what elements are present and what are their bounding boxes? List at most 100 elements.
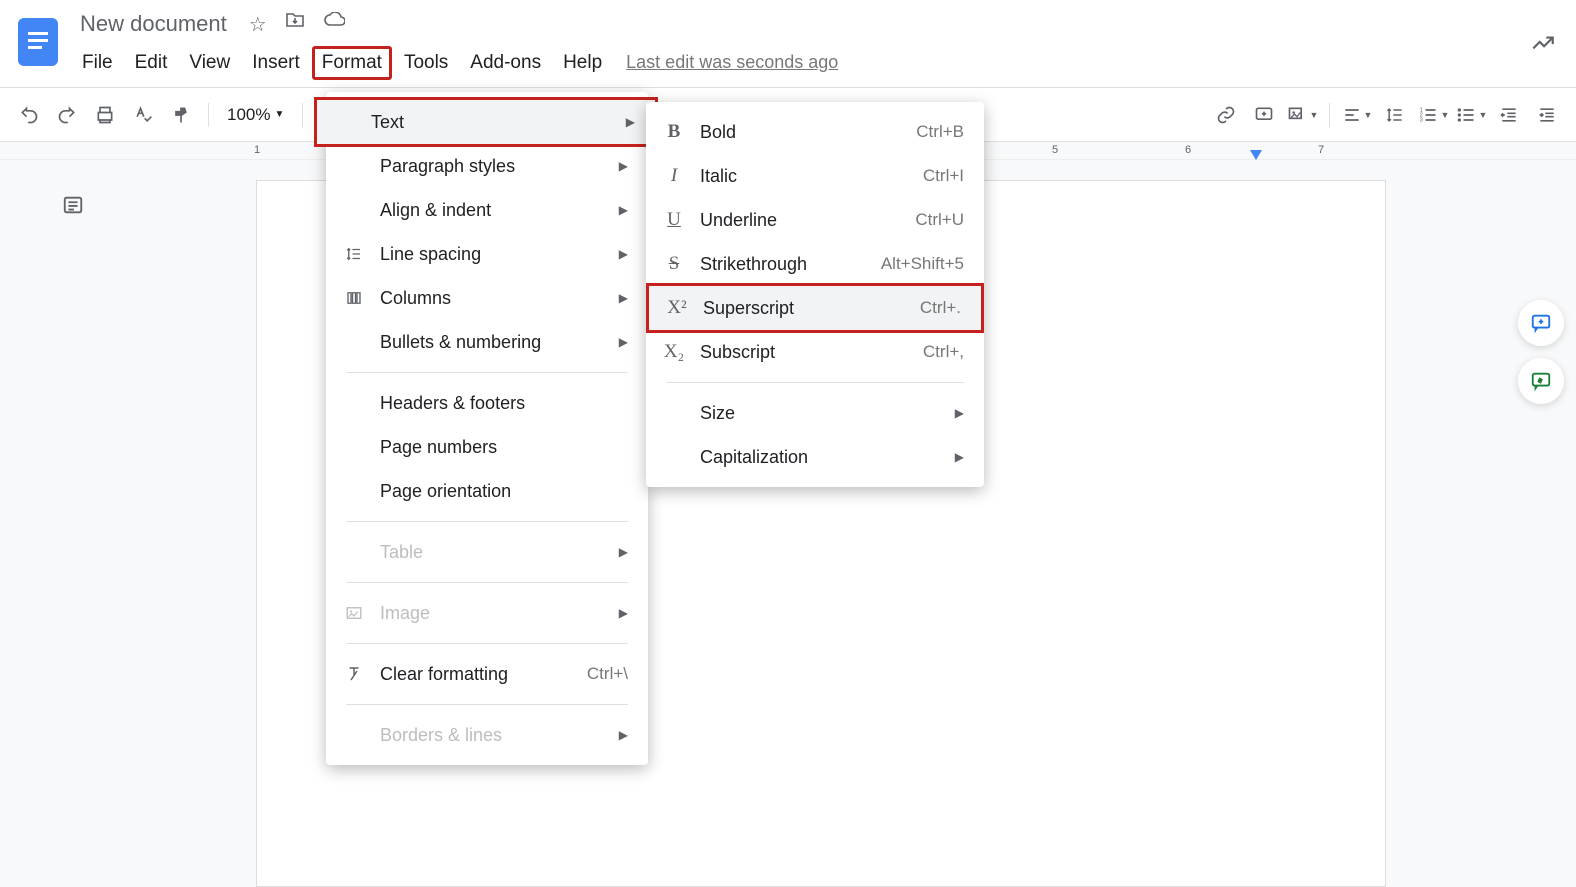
menu-item-label: Columns bbox=[380, 288, 599, 309]
image-icon bbox=[340, 604, 368, 622]
columns-icon bbox=[340, 289, 368, 307]
submenu-arrow-icon: ▶ bbox=[626, 115, 635, 129]
menu-format[interactable]: Format bbox=[312, 46, 392, 80]
last-edit-link[interactable]: Last edit was seconds ago bbox=[614, 46, 850, 80]
line-spacing-icon bbox=[340, 245, 368, 263]
underline-icon: U bbox=[660, 209, 688, 231]
format-menu-item-align-indent[interactable]: Align & indent ▶ bbox=[326, 188, 648, 232]
menu-edit[interactable]: Edit bbox=[125, 46, 178, 80]
submenu-arrow-icon: ▶ bbox=[619, 159, 628, 173]
redo-button[interactable] bbox=[50, 98, 84, 132]
menu-item-shortcut: Ctrl+\ bbox=[587, 664, 628, 684]
star-icon[interactable]: ☆ bbox=[249, 12, 267, 37]
menu-item-label: Page orientation bbox=[380, 481, 628, 502]
undo-button[interactable] bbox=[12, 98, 46, 132]
format-menu-item-clear-formatting[interactable]: Clear formattingCtrl+\ bbox=[326, 652, 648, 696]
menu-addons[interactable]: Add-ons bbox=[460, 46, 551, 80]
text-menu-item-strikethrough[interactable]: SStrikethroughAlt+Shift+5 bbox=[646, 242, 984, 286]
docs-logo[interactable] bbox=[16, 14, 60, 70]
zoom-select[interactable]: 100%▼ bbox=[219, 105, 292, 125]
menu-item-label: Paragraph styles bbox=[380, 156, 599, 177]
menu-item-label: Bullets & numbering bbox=[380, 332, 599, 353]
submenu-arrow-icon: ▶ bbox=[955, 450, 964, 464]
text-menu-item-subscript[interactable]: X₂SubscriptCtrl+, bbox=[646, 330, 984, 374]
line-spacing-button[interactable] bbox=[1378, 98, 1412, 132]
submenu-arrow-icon: ▶ bbox=[619, 203, 628, 217]
menu-item-label: Clear formatting bbox=[380, 664, 587, 685]
menubar: File Edit View Insert Format Tools Add-o… bbox=[72, 46, 1560, 80]
menu-item-label: Italic bbox=[700, 166, 923, 187]
vertical-ruler bbox=[2, 160, 20, 860]
text-menu-item-bold[interactable]: BBoldCtrl+B bbox=[646, 110, 984, 154]
text-menu-item-underline[interactable]: U UnderlineCtrl+U bbox=[646, 198, 984, 242]
format-menu-item-borders-lines: Borders & lines▶ bbox=[326, 713, 648, 757]
ruler-mark: 6 bbox=[1185, 144, 1191, 156]
menu-item-shortcut: Ctrl+I bbox=[923, 166, 964, 186]
document-title[interactable]: New document bbox=[72, 9, 235, 39]
format-menu-item-page-orientation[interactable]: Page orientation bbox=[326, 469, 648, 513]
menu-item-label: Bold bbox=[700, 122, 916, 143]
clear-icon bbox=[340, 665, 368, 683]
format-menu-item-line-spacing[interactable]: Line spacing▶ bbox=[326, 232, 648, 276]
bold-icon: B bbox=[660, 121, 688, 143]
floating-side-buttons bbox=[1518, 300, 1564, 404]
menu-file[interactable]: File bbox=[72, 46, 123, 80]
menu-tools[interactable]: Tools bbox=[394, 46, 458, 80]
format-menu-item-bullets-numbering[interactable]: Bullets & numbering▶ bbox=[326, 320, 648, 364]
suggest-edits-floating-button[interactable] bbox=[1518, 358, 1564, 404]
superscript-icon: X² bbox=[663, 297, 691, 319]
menu-help[interactable]: Help bbox=[553, 46, 612, 80]
text-menu-item-size[interactable]: Size ▶ bbox=[646, 391, 984, 435]
outline-toggle-button[interactable] bbox=[56, 188, 90, 222]
menu-item-label: Table bbox=[380, 542, 599, 563]
ruler-mark: 5 bbox=[1052, 144, 1058, 156]
activity-icon[interactable] bbox=[1530, 30, 1556, 56]
menu-insert[interactable]: Insert bbox=[242, 46, 310, 80]
decrease-indent-button[interactable] bbox=[1492, 98, 1526, 132]
insert-image-button[interactable]: ▼ bbox=[1285, 98, 1319, 132]
format-menu-item-headers-footers[interactable]: Headers & footers bbox=[326, 381, 648, 425]
menu-item-label: Image bbox=[380, 603, 599, 624]
strikethrough-icon: S bbox=[660, 253, 688, 275]
insert-link-button[interactable] bbox=[1209, 98, 1243, 132]
menu-item-label: Text bbox=[371, 112, 606, 133]
menu-item-shortcut: Ctrl+. bbox=[920, 298, 961, 318]
spellcheck-button[interactable] bbox=[126, 98, 160, 132]
format-menu-item-image: Image ▶ bbox=[326, 591, 648, 635]
menu-item-label: Underline bbox=[700, 210, 915, 231]
header: New document ☆ File Edit View Insert For… bbox=[0, 0, 1576, 88]
menu-item-label: Size bbox=[700, 403, 935, 424]
format-menu-item-columns[interactable]: Columns ▶ bbox=[326, 276, 648, 320]
menu-item-shortcut: Ctrl+U bbox=[915, 210, 964, 230]
bulleted-list-button[interactable]: ▼ bbox=[1454, 98, 1488, 132]
menu-view[interactable]: View bbox=[179, 46, 240, 80]
italic-icon: I bbox=[660, 165, 688, 187]
submenu-arrow-icon: ▶ bbox=[955, 406, 964, 420]
paint-format-button[interactable] bbox=[164, 98, 198, 132]
format-menu-item-text[interactable]: Text ▶ bbox=[317, 100, 655, 144]
add-comment-floating-button[interactable] bbox=[1518, 300, 1564, 346]
menu-item-label: Page numbers bbox=[380, 437, 628, 458]
submenu-arrow-icon: ▶ bbox=[619, 545, 628, 559]
menu-item-label: Align & indent bbox=[380, 200, 599, 221]
text-menu-item-superscript[interactable]: X²SuperscriptCtrl+. bbox=[649, 286, 981, 330]
menu-item-shortcut: Alt+Shift+5 bbox=[881, 254, 964, 274]
text-menu-item-capitalization[interactable]: Capitalization▶ bbox=[646, 435, 984, 479]
add-comment-button[interactable] bbox=[1247, 98, 1281, 132]
submenu-arrow-icon: ▶ bbox=[619, 247, 628, 261]
format-menu-item-table: Table ▶ bbox=[326, 530, 648, 574]
format-menu-item-paragraph-styles[interactable]: Paragraph styles ▶ bbox=[326, 144, 648, 188]
text-submenu-dropdown: BBoldCtrl+BIItalicCtrl+IUUnderlineCtrl+U… bbox=[646, 102, 984, 487]
ruler-mark: 1 bbox=[254, 144, 260, 156]
numbered-list-button[interactable]: 123▼ bbox=[1416, 98, 1450, 132]
move-icon[interactable] bbox=[285, 12, 305, 37]
format-menu-item-page-numbers[interactable]: Page numbers bbox=[326, 425, 648, 469]
align-button[interactable]: ▼ bbox=[1340, 98, 1374, 132]
print-button[interactable] bbox=[88, 98, 122, 132]
text-menu-item-italic[interactable]: I ItalicCtrl+I bbox=[646, 154, 984, 198]
submenu-arrow-icon: ▶ bbox=[619, 606, 628, 620]
submenu-arrow-icon: ▶ bbox=[619, 291, 628, 305]
cloud-status-icon[interactable] bbox=[323, 12, 345, 37]
menu-item-label: Subscript bbox=[700, 342, 923, 363]
increase-indent-button[interactable] bbox=[1530, 98, 1564, 132]
